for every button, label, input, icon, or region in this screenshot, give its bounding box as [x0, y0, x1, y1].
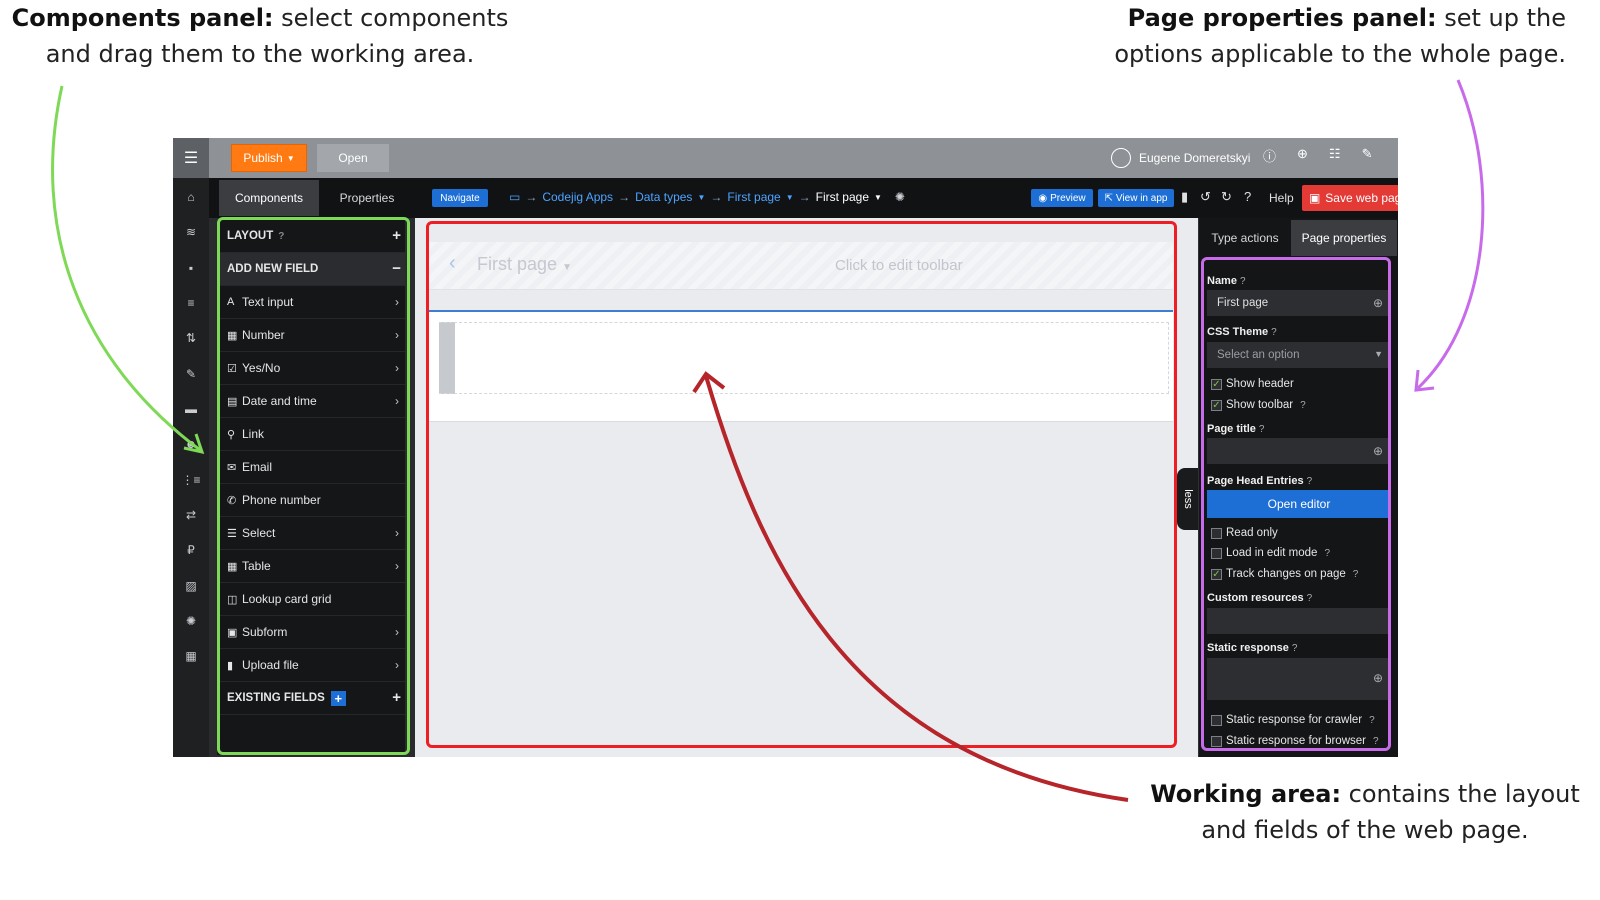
breadcrumb-item[interactable]: Codejig Apps — [542, 190, 613, 204]
user-menu[interactable]: Eugene Domeretskyi — [1111, 146, 1250, 170]
annotated-screenshot: Components panel: select components and … — [0, 0, 1600, 900]
save-label: Save web page — [1325, 191, 1398, 205]
breadcrumb-item[interactable]: Data types — [635, 190, 692, 204]
caret-down-icon: ▼ — [286, 153, 295, 163]
exchange-icon[interactable]: ⇄ — [173, 508, 209, 522]
window-icon: ▭ — [509, 190, 521, 204]
image-icon[interactable]: ▨ — [173, 579, 209, 593]
trash-icon[interactable]: ▮ — [1181, 189, 1188, 205]
view-in-app-label: View in app — [1115, 192, 1168, 204]
breadcrumb: ▭ → Codejig Apps → Data types ▼ → First … — [509, 190, 905, 204]
less-label: less — [1182, 489, 1194, 509]
components-panel-highlight — [217, 217, 410, 755]
hamburger-menu-icon[interactable]: ☰ — [173, 138, 209, 178]
annotation-text: contains the layout — [1341, 780, 1580, 808]
page-properties-annotation: Page properties panel: set up the option… — [1106, 0, 1566, 72]
annotation-text: select components — [273, 4, 509, 32]
info-icon[interactable]: ⓘ — [1263, 146, 1276, 165]
ordered-list-icon[interactable]: ⋮≡ — [173, 473, 209, 487]
redo-icon[interactable]: ↻ — [1221, 189, 1232, 205]
undo-icon[interactable]: ↺ — [1200, 189, 1211, 205]
gear-icon[interactable]: ✺ — [173, 614, 209, 628]
annotation-title: Working area: — [1150, 780, 1342, 808]
home-icon[interactable]: ⌂ — [173, 190, 209, 204]
list-icon[interactable]: ☷ — [1329, 146, 1341, 165]
top-icons: ⓘ ⊕ ☷ ✎ — [1263, 146, 1372, 165]
menu-icon[interactable]: ≡ — [173, 296, 209, 310]
annotation-text: set up the — [1436, 4, 1566, 32]
eye-icon: ◉ — [1038, 192, 1048, 204]
breadcrumb-item[interactable]: First page — [727, 190, 780, 204]
sort-icon[interactable]: ⇅ — [173, 331, 209, 345]
tab-type-actions[interactable]: Type actions — [1199, 220, 1291, 256]
grid-icon[interactable]: ▦ — [173, 649, 209, 663]
help-icon[interactable]: ? — [1244, 189, 1251, 204]
components-panel-annotation: Components panel: select components and … — [10, 0, 510, 72]
arrow-right-icon: → — [618, 190, 631, 204]
annotation-text: and drag them to the working area. — [45, 40, 475, 68]
tab-page-properties[interactable]: Page properties — [1291, 220, 1397, 256]
page-properties-highlight — [1201, 257, 1391, 751]
publish-button[interactable]: Publish ▼ — [231, 144, 307, 172]
save-web-page-button[interactable]: ▣ Save web page — [1302, 185, 1398, 211]
archive-icon[interactable]: ▬ — [173, 402, 209, 416]
currency-icon[interactable]: ₽ — [173, 543, 209, 557]
page-properties-arrow-head — [1414, 369, 1435, 392]
arrow-right-icon: → — [710, 190, 723, 204]
arrow-right-icon: → — [798, 190, 811, 204]
tab-properties[interactable]: Properties — [319, 180, 415, 216]
database-icon[interactable]: ≋ — [173, 225, 209, 239]
caret-down-icon: ▼ — [785, 192, 794, 202]
view-in-app-button[interactable]: ⇱ View in app — [1098, 189, 1174, 207]
open-button[interactable]: Open — [317, 144, 389, 172]
annotation-text: and fields of the web page. — [1201, 816, 1529, 844]
caret-down-icon: ▼ — [874, 192, 882, 202]
user-name: Eugene Domeretskyi — [1139, 151, 1251, 165]
arrow-right-icon: → — [525, 190, 538, 204]
wrench-icon[interactable]: ✎ — [1362, 146, 1373, 165]
working-area-annotation: Working area: contains the layout and fi… — [1150, 776, 1580, 848]
gear-icon[interactable]: ✺ — [895, 190, 905, 204]
editor-toolbar: Components Properties Navigate ▭ → Codej… — [209, 178, 1398, 218]
caret-down-icon: ▼ — [697, 192, 706, 202]
tab-components[interactable]: Components — [219, 180, 319, 216]
annotation-title: Components panel: — [11, 4, 274, 32]
globe-icon[interactable]: ⊕ — [1297, 146, 1308, 165]
users-icon[interactable]: ☻ — [173, 437, 209, 451]
page-properties-arrow — [1416, 79, 1485, 390]
breadcrumb-current[interactable]: First page — [816, 190, 869, 204]
publish-label: Publish — [243, 151, 283, 165]
help-label[interactable]: Help — [1269, 191, 1294, 205]
top-bar: ☰ Publish ▼ Open Eugene Domeretskyi ⓘ ⊕ ☷… — [173, 138, 1398, 178]
preview-label: Preview — [1050, 192, 1086, 204]
external-link-icon: ⇱ — [1104, 192, 1113, 204]
left-icon-rail: ⌂ ≋ ▪ ≡ ⇅ ✎ ▬ ☻ ⋮≡ ⇄ ₽ ▨ ✺ ▦ — [173, 178, 209, 757]
user-avatar-icon — [1111, 148, 1131, 168]
annotation-title: Page properties panel: — [1127, 4, 1437, 32]
pencil-icon[interactable]: ✎ — [173, 367, 209, 381]
working-area-highlight — [426, 221, 1177, 748]
less-toggle-button[interactable]: less — [1177, 468, 1199, 530]
annotation-text: options applicable to the whole page. — [1114, 40, 1566, 68]
save-icon: ▣ — [1308, 191, 1321, 205]
navigate-button[interactable]: Navigate — [432, 189, 488, 207]
lock-icon[interactable]: ▪ — [173, 261, 209, 275]
preview-button[interactable]: ◉ Preview — [1031, 189, 1093, 207]
